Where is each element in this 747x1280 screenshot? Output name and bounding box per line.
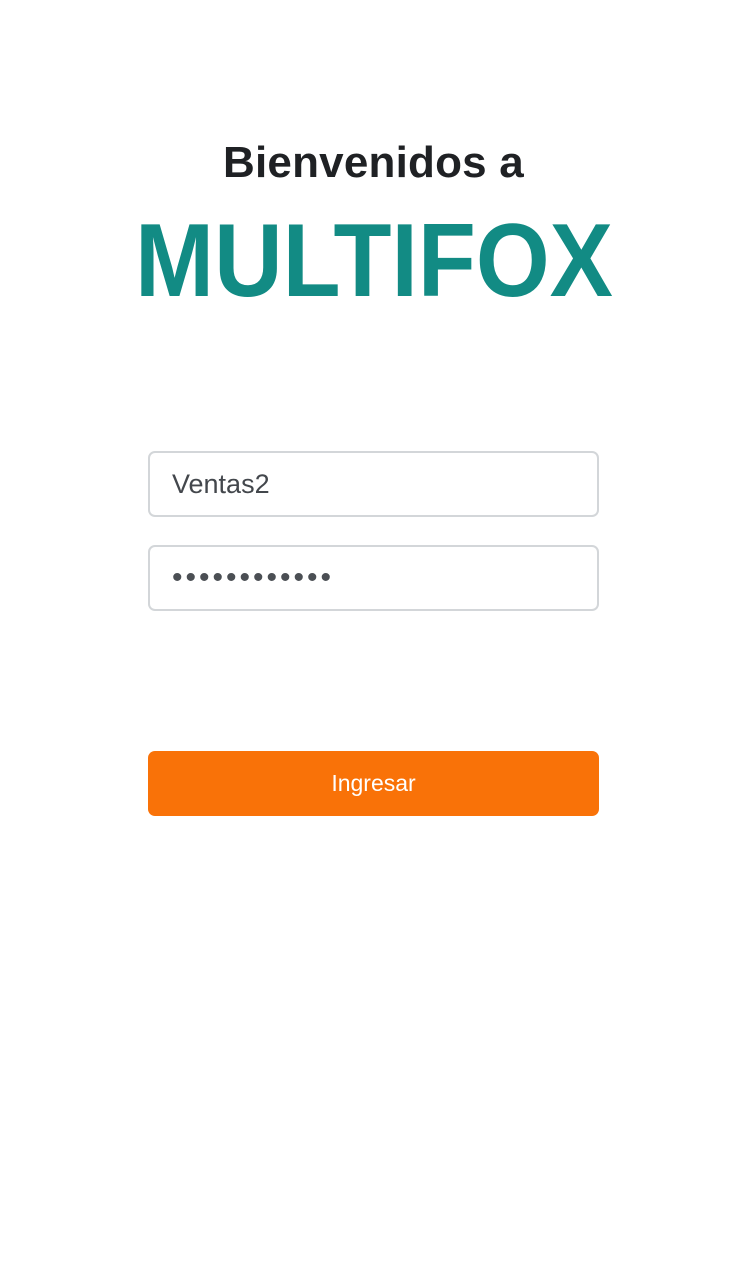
logo-wordmark: MULTIFOX [135, 210, 613, 306]
multifox-logo: MULTIFOX [135, 210, 613, 306]
login-button[interactable]: Ingresar [148, 751, 599, 816]
username-field[interactable] [148, 451, 599, 517]
welcome-heading: Bienvenidos a [223, 138, 524, 187]
password-field[interactable] [148, 545, 599, 611]
